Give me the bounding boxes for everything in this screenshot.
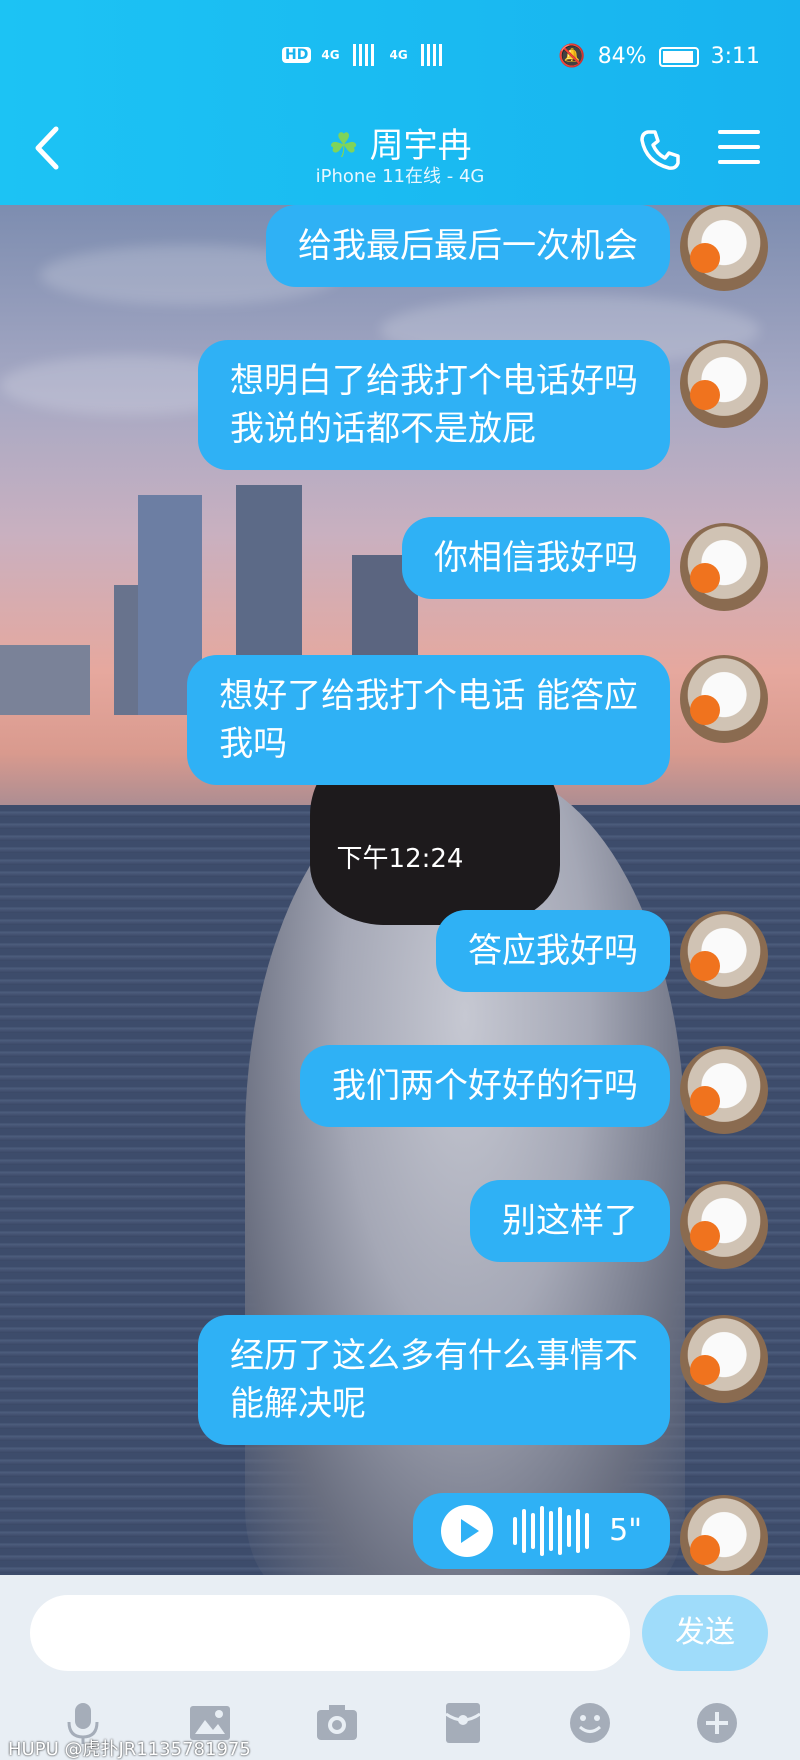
voice-duration: 5" [609, 1513, 642, 1548]
message-bubble[interactable]: 答应我好吗 [436, 910, 670, 992]
message-bubble[interactable]: 想明白了给我打个电话好吗 我说的话都不是放屁 [198, 340, 670, 470]
phone-icon[interactable] [638, 128, 682, 172]
message-bubble[interactable]: 想好了给我打个电话 能答应 我吗 [187, 655, 670, 785]
contact-name[interactable]: 周宇冉 [370, 126, 472, 166]
message-bubble[interactable]: 你相信我好吗 [402, 517, 670, 599]
emoji-icon[interactable] [567, 1700, 613, 1746]
network-type-1: 4G [321, 48, 340, 62]
play-icon[interactable] [441, 1505, 494, 1557]
message-bubble[interactable]: 别这样了 [470, 1180, 670, 1262]
status-bar: HD 4G 4G 🔕 84% 3:11 [0, 0, 800, 120]
clover-icon: ☘ [328, 126, 359, 166]
message-input[interactable] [30, 1595, 630, 1671]
avatar[interactable] [680, 1315, 768, 1403]
voice-message[interactable]: 5" [413, 1493, 670, 1569]
battery-percent: 84% [597, 44, 647, 69]
waveform-icon [513, 1506, 590, 1556]
battery-icon [658, 46, 699, 67]
timestamp: 下午12:24 [336, 844, 464, 874]
plus-icon[interactable] [694, 1700, 740, 1746]
message-bubble[interactable]: 我们两个好好的行吗 [300, 1045, 670, 1127]
input-bar: 发送 [0, 1575, 800, 1685]
avatar[interactable] [680, 1181, 768, 1269]
signal-icon-2 [417, 44, 448, 66]
avatar[interactable] [680, 340, 768, 428]
send-button[interactable]: 发送 [642, 1595, 768, 1671]
avatar[interactable] [680, 655, 768, 743]
camera-icon[interactable] [314, 1700, 360, 1746]
avatar[interactable] [680, 1046, 768, 1134]
signal-icon [349, 44, 380, 66]
hd-voice-icon: HD [282, 47, 312, 63]
avatar[interactable] [680, 523, 768, 611]
chat-area[interactable]: 给我最后最后一次机会 想明白了给我打个电话好吗 我说的话都不是放屁 你相信我好吗… [0, 205, 800, 1575]
avatar[interactable] [680, 1495, 768, 1575]
message-bubble[interactable]: 给我最后最后一次机会 [266, 205, 670, 287]
avatar[interactable] [680, 911, 768, 999]
clock: 3:11 [710, 44, 760, 69]
avatar[interactable] [680, 205, 768, 291]
mute-bell-icon: 🔕 [558, 44, 586, 69]
menu-icon[interactable] [718, 130, 760, 168]
red-packet-icon[interactable] [440, 1700, 486, 1746]
message-bubble[interactable]: 经历了这么多有什么事情不 能解决呢 [198, 1315, 670, 1445]
watermark: HUPU @虎扑JR1135781975 [8, 1739, 251, 1760]
network-type-2: 4G [389, 48, 408, 62]
